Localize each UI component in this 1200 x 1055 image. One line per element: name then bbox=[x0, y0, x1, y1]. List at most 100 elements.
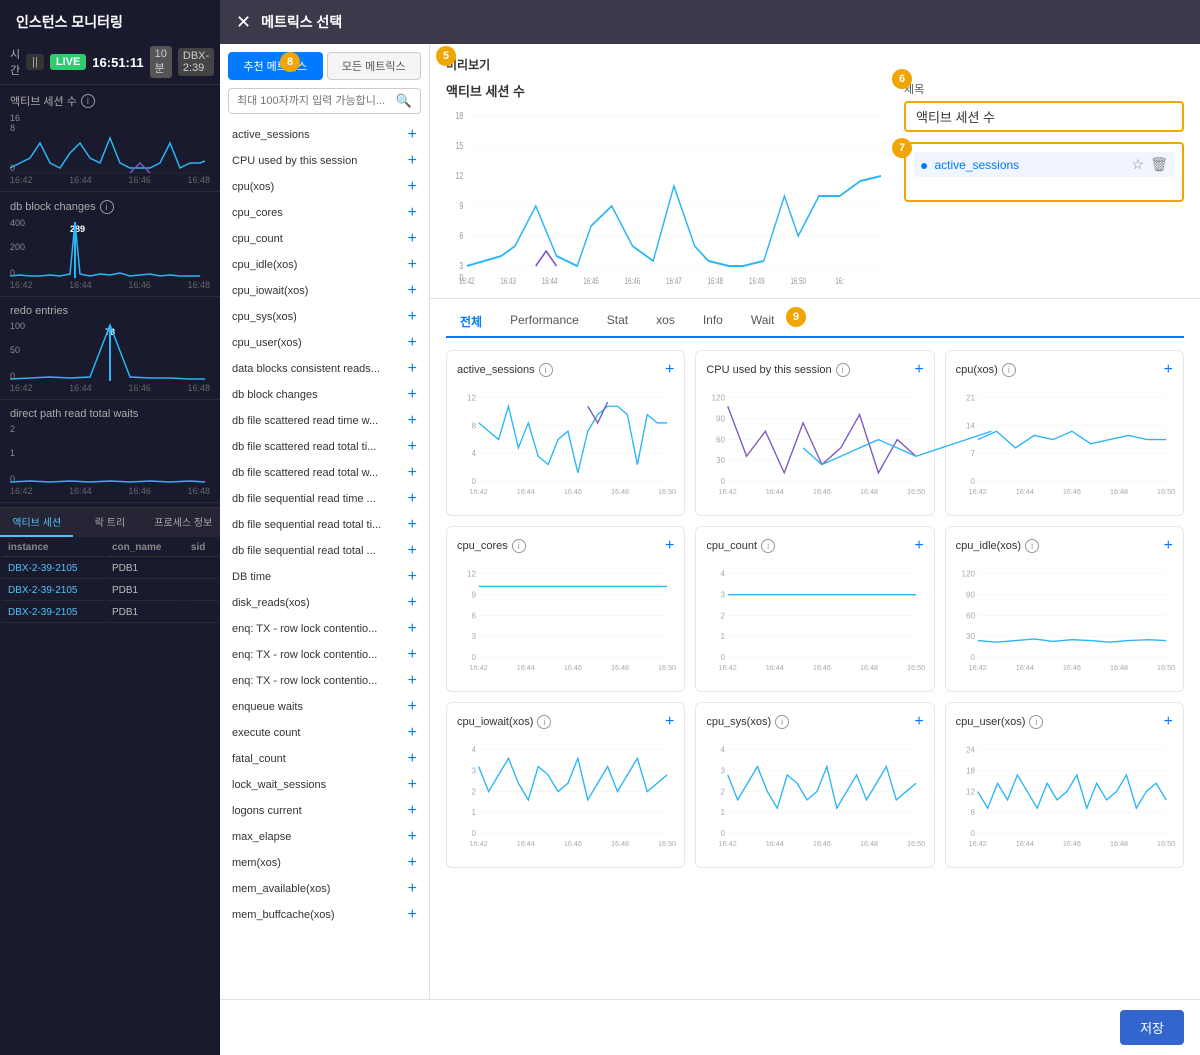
chart-add-button[interactable]: + bbox=[914, 361, 923, 379]
metric-list-item[interactable]: db file sequential read time ...+ bbox=[224, 486, 425, 512]
metric-add-icon[interactable]: + bbox=[408, 153, 417, 169]
metric-list-item[interactable]: mem_available(xos)+ bbox=[224, 876, 425, 902]
metric-add-icon[interactable]: + bbox=[408, 387, 417, 403]
metric-add-icon[interactable]: + bbox=[408, 673, 417, 689]
chart-tab-info[interactable]: Info bbox=[689, 307, 737, 338]
metric-add-icon[interactable]: + bbox=[408, 465, 417, 481]
metric-list-item[interactable]: cpu_count+ bbox=[224, 226, 425, 252]
metric-list-item[interactable]: cpu_user(xos) + bbox=[224, 330, 425, 356]
metric-add-icon[interactable]: + bbox=[408, 257, 417, 273]
metric-list-item[interactable]: db file sequential read total ti...+ bbox=[224, 512, 425, 538]
save-button[interactable]: 저장 bbox=[1120, 1010, 1184, 1045]
metric-add-icon[interactable]: + bbox=[408, 881, 417, 897]
metric-add-icon[interactable]: + bbox=[408, 231, 417, 247]
modal-close-button[interactable]: ✕ bbox=[236, 13, 251, 31]
metric-add-icon[interactable]: + bbox=[408, 517, 417, 533]
sidebar-tab-process[interactable]: 프로세스 정보 bbox=[147, 508, 220, 537]
metric-search-input[interactable] bbox=[237, 95, 392, 107]
chart-tab-xos[interactable]: xos bbox=[642, 307, 689, 338]
metric-list-item[interactable]: cpu_iowait(xos)+ bbox=[224, 278, 425, 304]
metric-list-item[interactable]: enq: TX - row lock contentio...+ bbox=[224, 616, 425, 642]
chart-canvas: 1209060300 16:4216:4416:4616:4816:50 bbox=[956, 561, 1173, 681]
metric-add-icon[interactable]: + bbox=[408, 777, 417, 793]
metric-list-item[interactable]: logons current+ bbox=[224, 798, 425, 824]
metric-add-icon[interactable]: + bbox=[408, 283, 417, 299]
metric-list-item[interactable]: execute count+ bbox=[224, 720, 425, 746]
svg-text:16:45: 16:45 bbox=[583, 276, 599, 286]
metric-add-icon[interactable]: + bbox=[408, 491, 417, 507]
metric-add-icon[interactable]: + bbox=[408, 829, 417, 845]
chart-tab-performance[interactable]: Performance bbox=[496, 307, 593, 338]
chart-add-button[interactable]: + bbox=[914, 537, 923, 555]
metric-add-icon[interactable]: + bbox=[408, 569, 417, 585]
chart-add-button[interactable]: + bbox=[1164, 713, 1173, 731]
chart-tab-stat[interactable]: Stat bbox=[593, 307, 642, 338]
metric-add-icon[interactable]: + bbox=[408, 751, 417, 767]
metric-list-item[interactable]: cpu_cores+ bbox=[224, 200, 425, 226]
metric-delete-button[interactable]: 🗑 bbox=[1150, 156, 1168, 173]
metric-add-icon[interactable]: + bbox=[408, 647, 417, 663]
svg-text:16:50: 16:50 bbox=[658, 663, 676, 672]
metric-list-item[interactable]: DB time+ bbox=[224, 564, 425, 590]
metric-add-icon[interactable]: + bbox=[408, 335, 417, 351]
metric-add-icon[interactable]: + bbox=[408, 127, 417, 143]
metric-list-item[interactable]: cpu(xos)+ bbox=[224, 174, 425, 200]
chart-add-button[interactable]: + bbox=[1164, 361, 1173, 379]
chart-add-button[interactable]: + bbox=[665, 361, 674, 379]
metric-list-item[interactable]: db file scattered read total w...+ bbox=[224, 460, 425, 486]
chart-add-button[interactable]: + bbox=[1164, 537, 1173, 555]
mini-chart-3: 2 1 0 bbox=[10, 424, 205, 484]
metric-add-icon[interactable]: + bbox=[408, 439, 417, 455]
metric-add-icon[interactable]: + bbox=[408, 361, 417, 377]
title-field-label: 제목 bbox=[904, 81, 1184, 97]
metric-add-icon[interactable]: + bbox=[408, 543, 417, 559]
metric-list-item[interactable]: lock_wait_sessions+ bbox=[224, 772, 425, 798]
chart-add-button[interactable]: + bbox=[914, 713, 923, 731]
chart-tab-wait[interactable]: Wait bbox=[737, 307, 789, 338]
metric-add-icon[interactable]: + bbox=[408, 179, 417, 195]
metric-item-label: cpu_user(xos) bbox=[232, 337, 302, 349]
metric-add-icon[interactable]: + bbox=[408, 855, 417, 871]
metric-list-item[interactable]: data blocks consistent reads...+ bbox=[224, 356, 425, 382]
metric-add-icon[interactable]: + bbox=[408, 907, 417, 923]
svg-text:16:48: 16:48 bbox=[611, 487, 629, 496]
metric-add-icon[interactable]: + bbox=[408, 309, 417, 325]
metric-list-item[interactable]: enq: TX - row lock contentio...+ bbox=[224, 642, 425, 668]
chart-tab-all[interactable]: 전체 bbox=[446, 307, 496, 338]
svg-text:16:50: 16:50 bbox=[790, 276, 806, 286]
metric-add-icon[interactable]: + bbox=[408, 621, 417, 637]
metric-list-item[interactable]: db file scattered read time w...+ bbox=[224, 408, 425, 434]
metric-add-icon[interactable]: + bbox=[408, 205, 417, 221]
metric-list-item[interactable]: cpu_idle(xos)+ bbox=[224, 252, 425, 278]
metric-list-item[interactable]: active_sessions+ bbox=[224, 122, 425, 148]
metric-list-item[interactable]: db file scattered read total ti...+ bbox=[224, 434, 425, 460]
sidebar-tab-active-sessions[interactable]: 액티브 세션 bbox=[0, 508, 73, 537]
metric-list-item[interactable]: CPU used by this session+ bbox=[224, 148, 425, 174]
metric-list-item[interactable]: max_elapse+ bbox=[224, 824, 425, 850]
pause-button[interactable]: || bbox=[26, 54, 44, 70]
metric-list-item[interactable]: disk_reads(xos)+ bbox=[224, 590, 425, 616]
title-input[interactable] bbox=[904, 101, 1184, 132]
chart-add-button[interactable]: + bbox=[665, 713, 674, 731]
tab-all-metrics[interactable]: 모든 메트릭스 bbox=[327, 52, 422, 80]
metric-add-icon[interactable]: + bbox=[408, 699, 417, 715]
metric-list-item[interactable]: mem_buffcache(xos)+ bbox=[224, 902, 425, 928]
metric-star-button[interactable]: ☆ bbox=[1132, 156, 1145, 173]
sidebar-tab-lock[interactable]: 락 트리 bbox=[73, 508, 146, 537]
metric-list-item[interactable]: enq: TX - row lock contentio...+ bbox=[224, 668, 425, 694]
metric-list-item[interactable]: db file sequential read total ...+ bbox=[224, 538, 425, 564]
metric-add-icon[interactable]: + bbox=[408, 595, 417, 611]
metric-add-icon[interactable]: + bbox=[408, 413, 417, 429]
metric-list-panel: 8 추천 메트릭스 모든 메트릭스 🔍 active_sessions+CPU … bbox=[220, 44, 430, 999]
metric-add-icon[interactable]: + bbox=[408, 725, 417, 741]
metric-list-item[interactable]: mem(xos)+ bbox=[224, 850, 425, 876]
metric-list-item[interactable]: enqueue waits+ bbox=[224, 694, 425, 720]
metric-add-icon[interactable]: + bbox=[408, 803, 417, 819]
chart-add-button[interactable]: + bbox=[665, 537, 674, 555]
svg-text:16:46: 16:46 bbox=[813, 839, 831, 848]
metric-list-item[interactable]: db block changes+ bbox=[224, 382, 425, 408]
metric-list-item[interactable]: fatal_count+ bbox=[224, 746, 425, 772]
svg-text:16:44: 16:44 bbox=[1015, 487, 1033, 496]
metric-list-item[interactable]: cpu_sys(xos)+ bbox=[224, 304, 425, 330]
tab-recommended-metrics[interactable]: 추천 메트릭스 bbox=[228, 52, 323, 80]
